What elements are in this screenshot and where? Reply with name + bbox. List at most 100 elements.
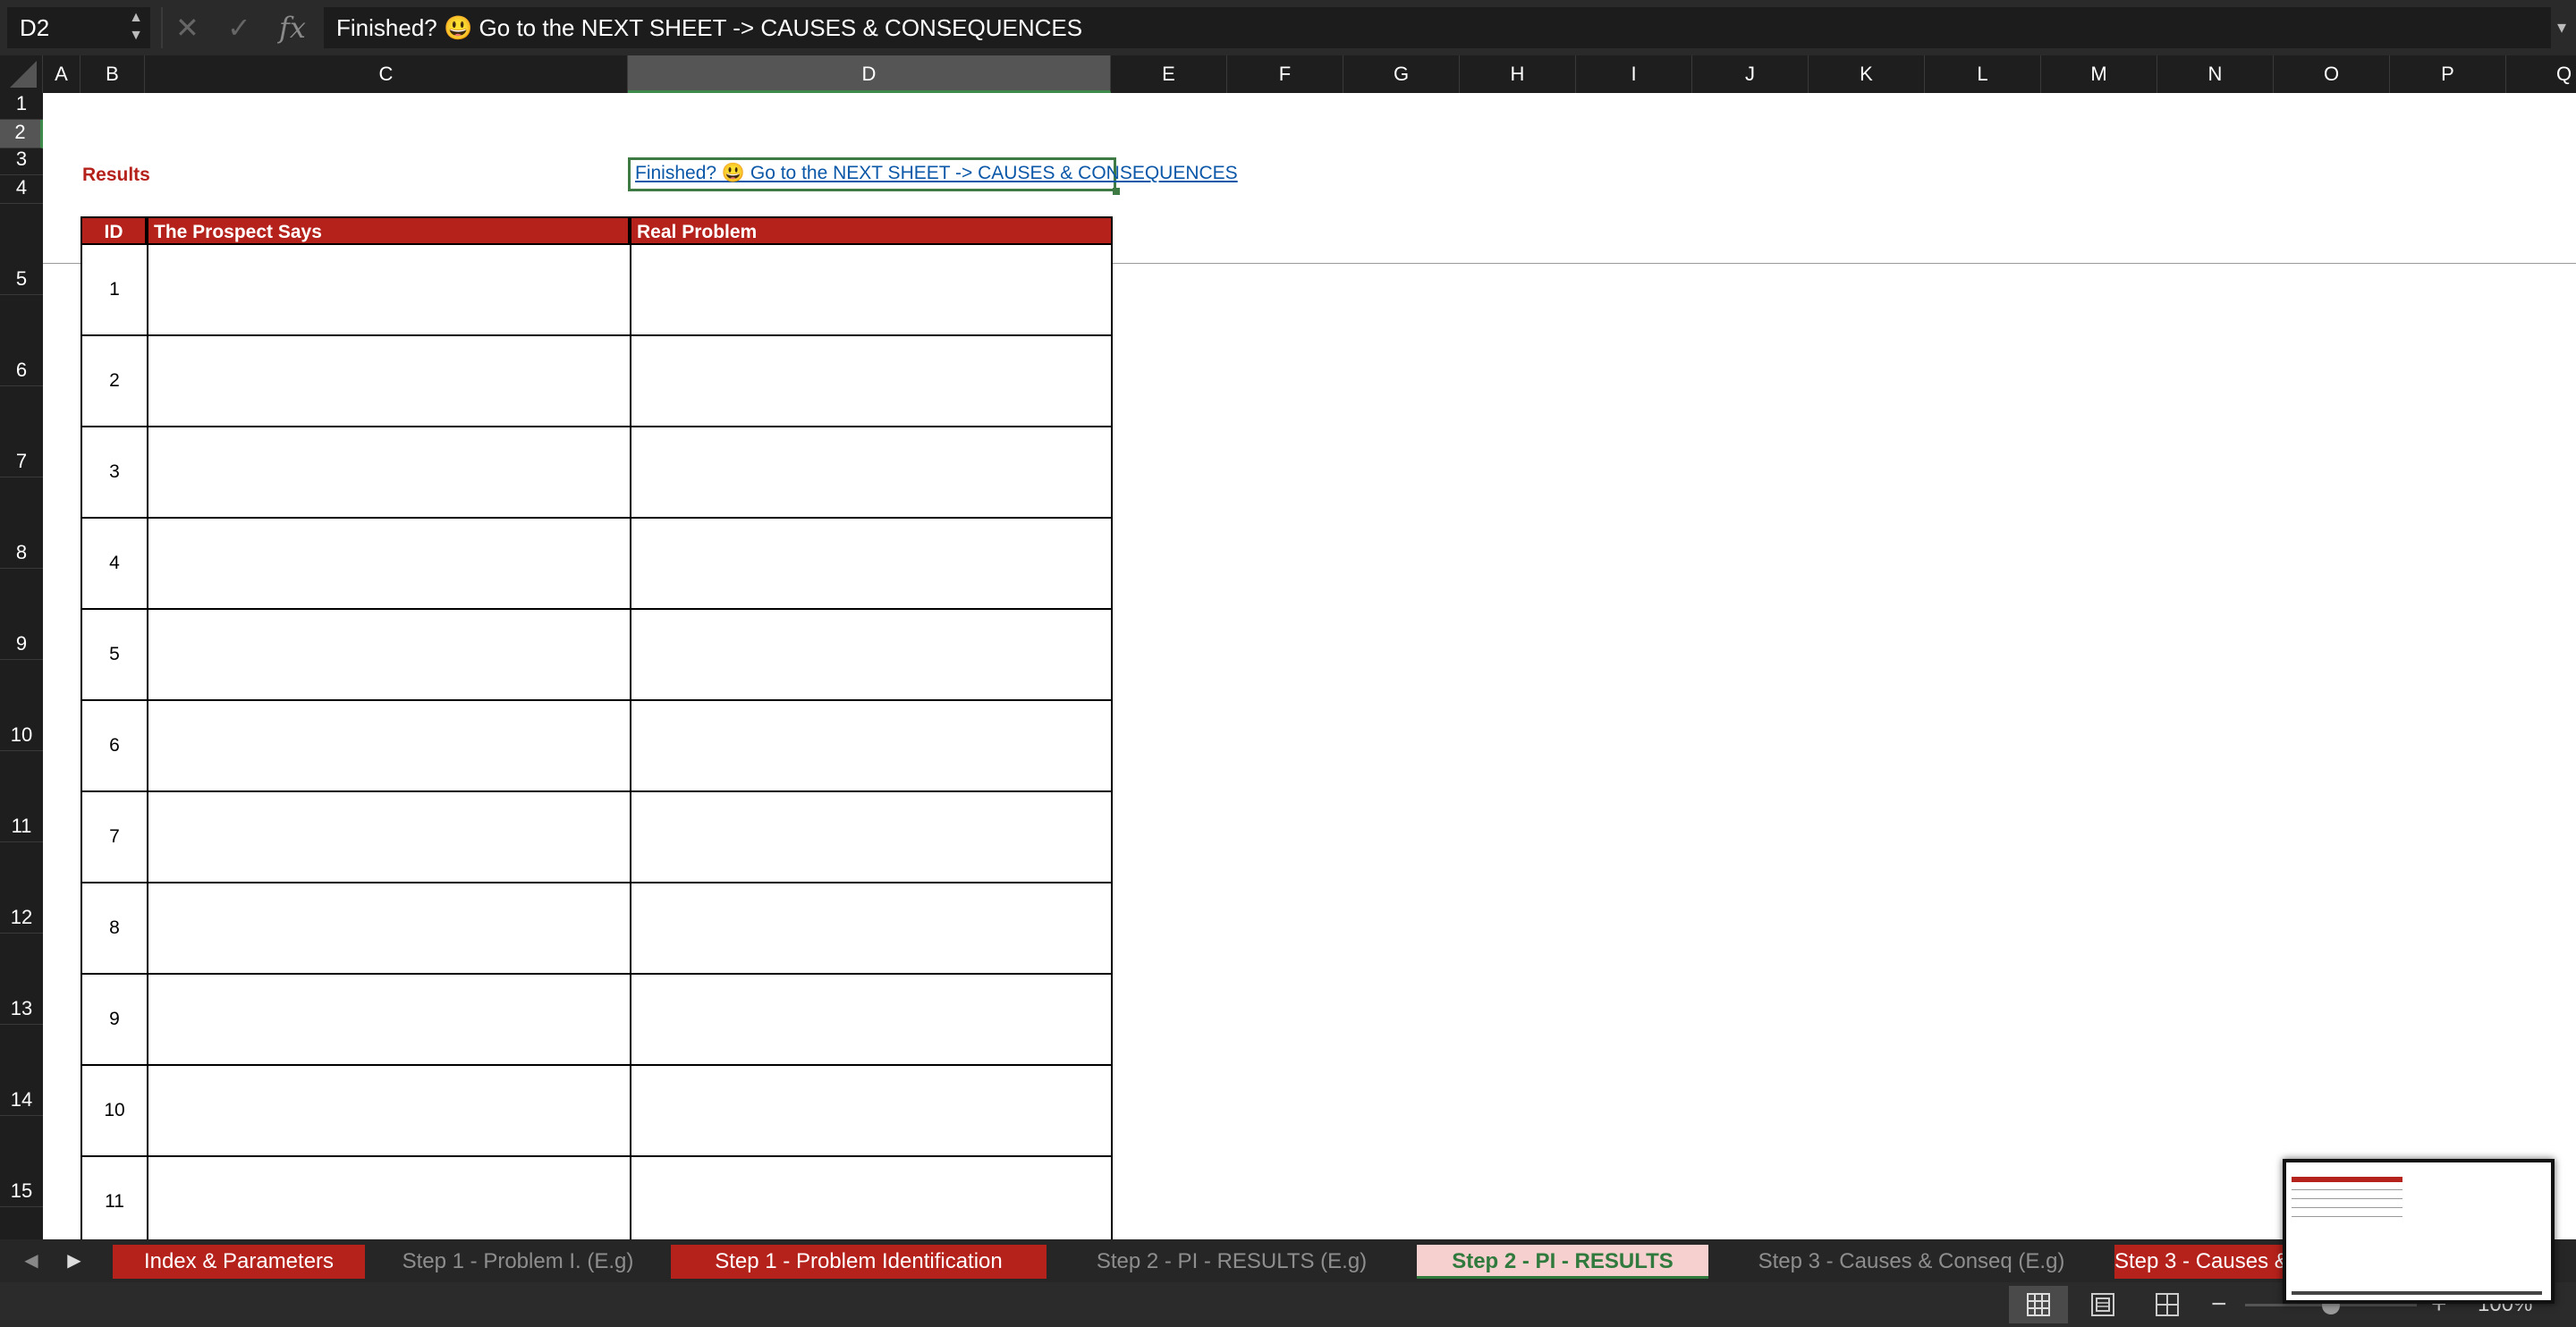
cell-grid[interactable]: Results Finished? 😃 Go to the NEXT SHEET…	[43, 93, 2576, 1239]
sheet-tab[interactable]: Index & Parameters	[113, 1245, 365, 1279]
select-all-corner[interactable]	[0, 55, 43, 93]
table-cell-id[interactable]: 7	[80, 792, 147, 883]
sheet-thumbnail-preview[interactable]	[2283, 1159, 2555, 1304]
thumbnail-row	[2292, 1207, 2402, 1208]
table-cell-id[interactable]: 11	[80, 1157, 147, 1239]
column-header-h[interactable]: H	[1460, 55, 1576, 93]
thumbnail-header-bar	[2292, 1177, 2402, 1182]
table-cell-prospect-says[interactable]	[147, 519, 630, 610]
column-header-l[interactable]: L	[1925, 55, 2041, 93]
table-cell-prospect-says[interactable]	[147, 1157, 630, 1239]
table-cell-prospect-says[interactable]	[147, 427, 630, 519]
column-header-q[interactable]: Q	[2506, 55, 2576, 93]
page-break-icon	[2156, 1293, 2179, 1316]
column-header-e[interactable]: E	[1111, 55, 1227, 93]
table-header-prospect-says[interactable]: The Prospect Says	[147, 216, 630, 245]
row-header-14[interactable]: 14	[0, 1025, 43, 1116]
row-header-3[interactable]: 3	[0, 148, 43, 175]
row-header-10[interactable]: 10	[0, 660, 43, 751]
table-cell-id[interactable]: 10	[80, 1066, 147, 1157]
row-header-12[interactable]: 12	[0, 842, 43, 934]
table-header-id[interactable]: ID	[80, 216, 147, 245]
fill-handle[interactable]	[1113, 188, 1120, 195]
row-header-7[interactable]: 7	[0, 386, 43, 478]
column-header-f[interactable]: F	[1227, 55, 1343, 93]
table-cell-real-problem[interactable]	[630, 610, 1113, 701]
table-cell-prospect-says[interactable]	[147, 975, 630, 1066]
table-cell-prospect-says[interactable]	[147, 883, 630, 975]
row-header-15[interactable]: 15	[0, 1116, 43, 1207]
row-header-4[interactable]: 4	[0, 175, 43, 204]
table-cell-id[interactable]: 1	[80, 245, 147, 336]
table-cell-real-problem[interactable]	[630, 427, 1113, 519]
row-header-6[interactable]: 6	[0, 295, 43, 386]
next-sheet-link[interactable]: Finished? 😃 Go to the NEXT SHEET -> CAUS…	[635, 163, 1238, 184]
table-header-real-problem[interactable]: Real Problem	[630, 216, 1113, 245]
normal-view-button[interactable]	[2009, 1286, 2068, 1323]
sheet-tab[interactable]: Step 2 - PI - RESULTS (E.g)	[1061, 1245, 1402, 1279]
table-cell-real-problem[interactable]	[630, 792, 1113, 883]
table-cell-prospect-says[interactable]	[147, 245, 630, 336]
table-cell-prospect-says[interactable]	[147, 1066, 630, 1157]
table-cell-real-problem[interactable]	[630, 701, 1113, 792]
function-icon[interactable]: fx	[279, 7, 306, 48]
column-header-g[interactable]: G	[1343, 55, 1460, 93]
sheet-tab[interactable]: Step 1 - Problem Identification	[671, 1245, 1046, 1279]
table-cell-real-problem[interactable]	[630, 1157, 1113, 1239]
table-cell-real-problem[interactable]	[630, 519, 1113, 610]
table-cell-prospect-says[interactable]	[147, 610, 630, 701]
page-layout-icon	[2091, 1293, 2114, 1316]
column-header-m[interactable]: M	[2041, 55, 2157, 93]
column-header-n[interactable]: N	[2157, 55, 2274, 93]
table-cell-prospect-says[interactable]	[147, 701, 630, 792]
row-header-5[interactable]: 5	[0, 204, 43, 295]
previous-sheet-icon[interactable]: ◀	[16, 1239, 47, 1282]
sheet-area: ABCDEFGHIJKLMNOPQ 1 2 3 4 5 6 7 8 9 10 11 12 13 14 15 …	[0, 55, 2576, 1239]
row-header-11[interactable]: 11	[0, 751, 43, 842]
confirm-icon[interactable]: ✓	[227, 7, 251, 48]
table-cell-id[interactable]: 4	[80, 519, 147, 610]
table-cell-id[interactable]: 6	[80, 701, 147, 792]
row-header-1[interactable]: 1	[0, 92, 43, 120]
page-layout-view-button[interactable]	[2073, 1286, 2132, 1323]
table-cell-id[interactable]: 5	[80, 610, 147, 701]
formula-bar: D2 ▲ ▼ ✕ ✓ fx Finished? 😃 Go to the NEXT …	[0, 0, 2576, 55]
sheet-tab[interactable]: Step 3 - Causes & Conseq (E.g)	[1723, 1245, 2100, 1279]
table-cell-id[interactable]: 2	[80, 336, 147, 427]
thumbnail-tabs	[2292, 1291, 2542, 1295]
formula-input[interactable]: Finished? 😃 Go to the NEXT SHEET -> CAUS…	[324, 7, 2551, 48]
row-header-9[interactable]: 9	[0, 569, 43, 660]
table-cell-prospect-says[interactable]	[147, 336, 630, 427]
grid-view-icon	[2027, 1293, 2050, 1316]
column-header-b[interactable]: B	[80, 55, 145, 93]
zoom-out-icon[interactable]: −	[2211, 1282, 2227, 1327]
column-header-a[interactable]: A	[43, 55, 80, 93]
column-header-k[interactable]: K	[1809, 55, 1925, 93]
column-header-o[interactable]: O	[2274, 55, 2390, 93]
column-header-j[interactable]: J	[1692, 55, 1809, 93]
table-cell-real-problem[interactable]	[630, 883, 1113, 975]
table-cell-prospect-says[interactable]	[147, 792, 630, 883]
row-header-8[interactable]: 8	[0, 478, 43, 569]
page-break-view-button[interactable]	[2138, 1286, 2197, 1323]
table-cell-id[interactable]: 8	[80, 883, 147, 975]
sheet-tab[interactable]: Step 1 - Problem I. (E.g)	[379, 1245, 657, 1279]
row-header-2[interactable]: 2	[0, 120, 43, 148]
table-cell-id[interactable]: 3	[80, 427, 147, 519]
column-header-p[interactable]: P	[2390, 55, 2506, 93]
cancel-icon[interactable]: ✕	[175, 7, 199, 48]
sheet-tab[interactable]: Step 2 - PI - RESULTS	[1417, 1245, 1708, 1279]
table-cell-real-problem[interactable]	[630, 1066, 1113, 1157]
table-cell-real-problem[interactable]	[630, 245, 1113, 336]
table-cell-real-problem[interactable]	[630, 336, 1113, 427]
table-cell-id[interactable]: 9	[80, 975, 147, 1066]
table-cell-real-problem[interactable]	[630, 975, 1113, 1066]
column-header-d[interactable]: D	[628, 55, 1111, 93]
column-header-i[interactable]: I	[1576, 55, 1692, 93]
row-header-13[interactable]: 13	[0, 934, 43, 1025]
thumbnail-row	[2292, 1216, 2402, 1217]
expand-formula-icon[interactable]: ▾	[2551, 7, 2572, 48]
next-sheet-icon[interactable]: ▶	[59, 1239, 89, 1282]
column-header-c[interactable]: C	[145, 55, 628, 93]
name-box-stepper[interactable]: ▲ ▼	[125, 9, 147, 46]
